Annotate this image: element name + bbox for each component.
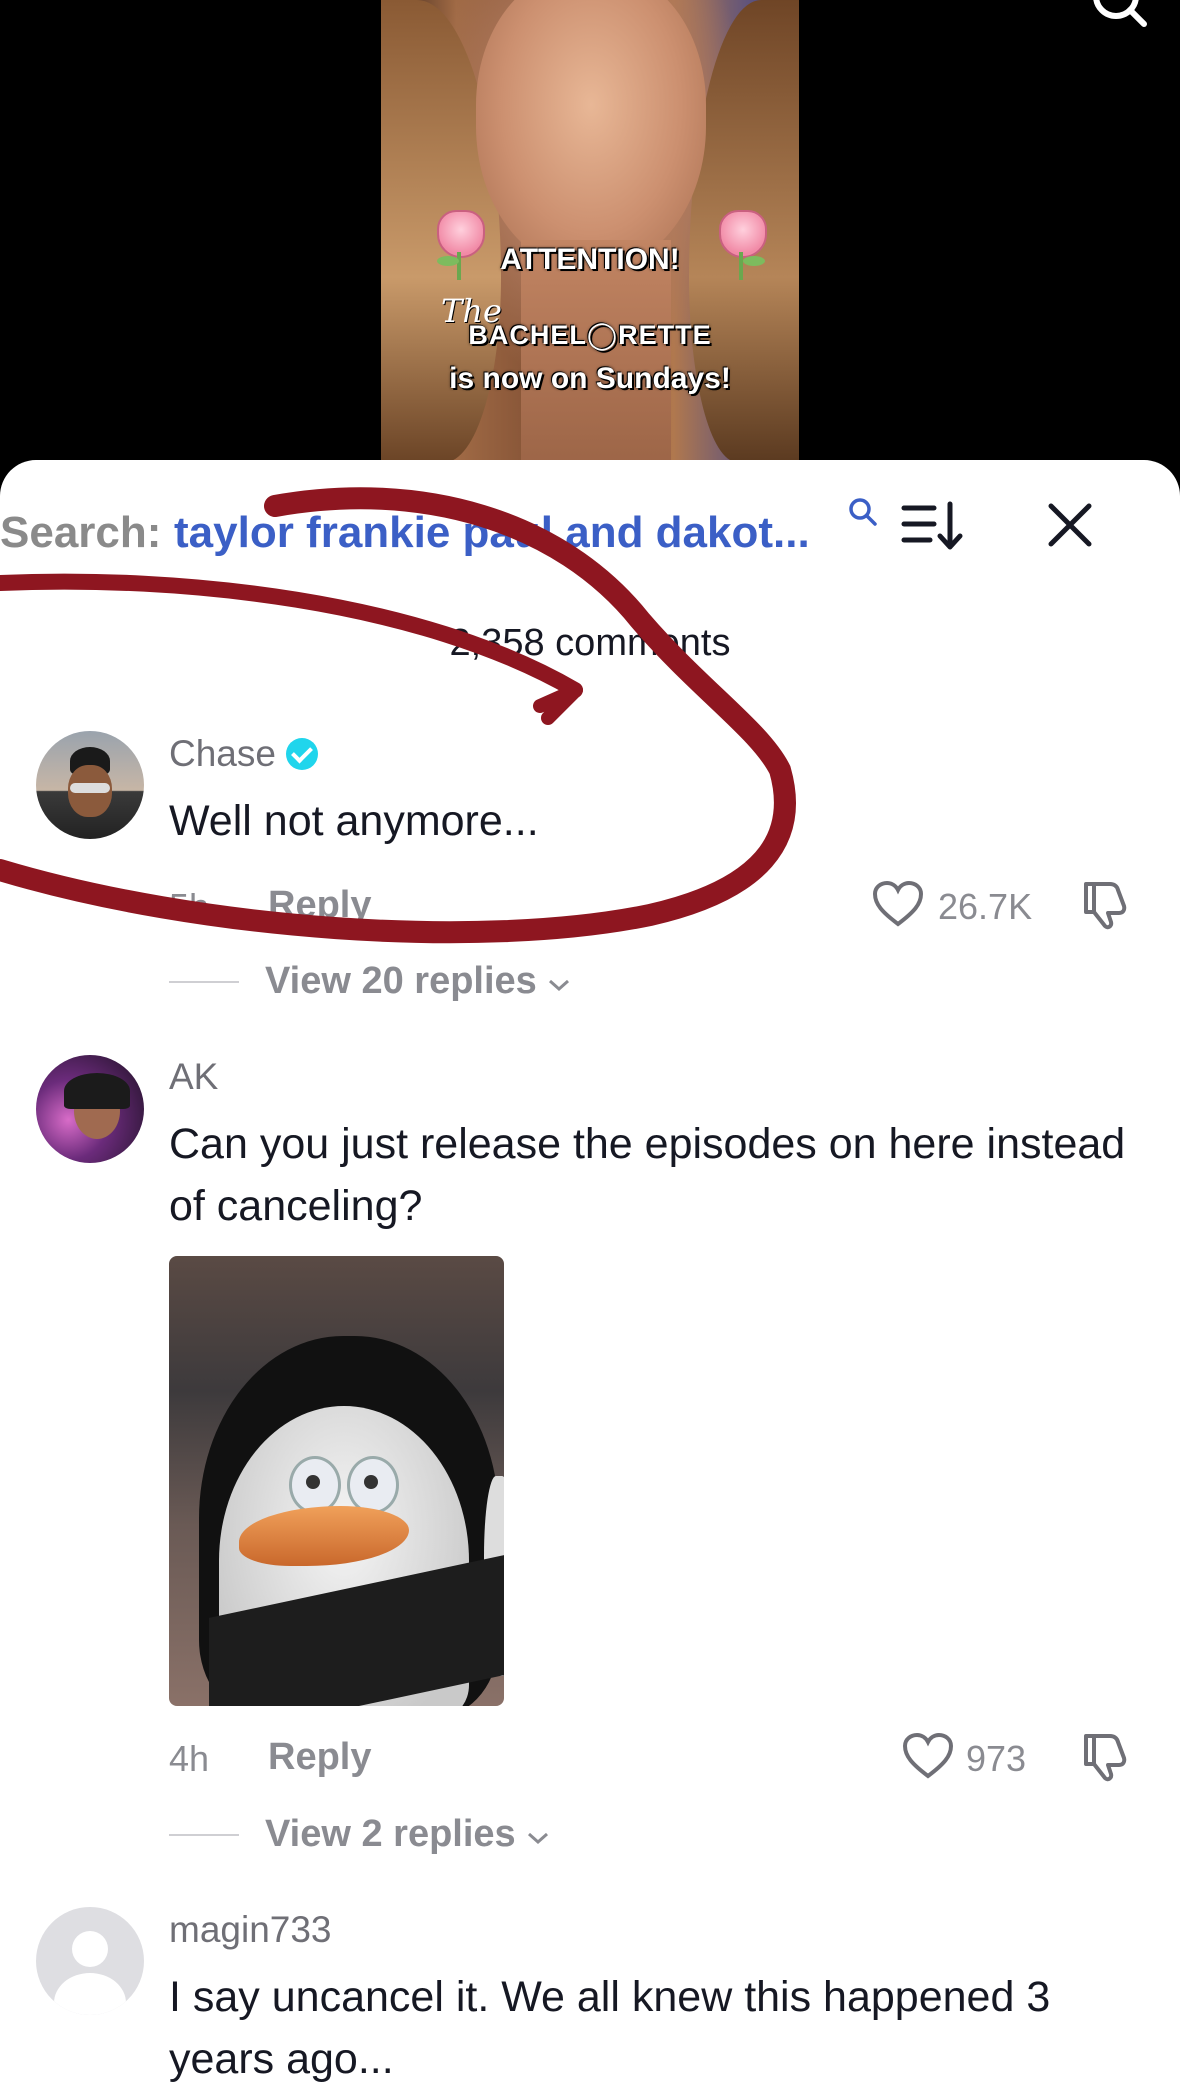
- comment-time: 4h: [169, 1738, 210, 1779]
- avatar[interactable]: [36, 1055, 144, 1163]
- comment-text: Can you just release the episodes on her…: [169, 1120, 1126, 1230]
- video-player[interactable]: ATTENTION! The BACHEL◯RETTE is now on Su…: [0, 0, 1180, 470]
- verified-badge-icon: [285, 738, 318, 770]
- search-icon[interactable]: [1092, 0, 1148, 28]
- heart-icon[interactable]: [902, 1732, 954, 1780]
- like-count: 26.7K: [938, 886, 1033, 927]
- comment-username[interactable]: Chase: [169, 733, 318, 775]
- dislike-icon[interactable]: [1080, 878, 1132, 930]
- reply-button[interactable]: Reply: [268, 1736, 371, 1779]
- comment-text: I say uncancel it. We all knew this happ…: [169, 1973, 1051, 2083]
- video-thumbnail: ATTENTION! The BACHEL◯RETTE is now on Su…: [381, 0, 799, 462]
- video-caption-attention: ATTENTION!: [500, 243, 680, 276]
- avatar[interactable]: [36, 731, 144, 839]
- chevron-down-icon: [528, 1832, 549, 1845]
- comment-image-sticker[interactable]: [169, 1256, 504, 1706]
- comment-username[interactable]: magin733: [169, 1909, 332, 1951]
- comment-count: 2,358 comments: [449, 622, 731, 664]
- comment-username[interactable]: AK: [169, 1056, 218, 1098]
- dislike-icon[interactable]: [1080, 1730, 1132, 1782]
- chevron-down-icon: [549, 979, 570, 992]
- search-query-link[interactable]: taylor frankie paul and dakot...: [174, 508, 810, 558]
- avatar[interactable]: [36, 1907, 144, 2015]
- search-icon[interactable]: [848, 497, 878, 527]
- reply-button[interactable]: Reply: [268, 884, 371, 927]
- video-caption-title: BACHEL◯RETTE: [468, 320, 712, 350]
- sort-icon[interactable]: [900, 498, 966, 554]
- like-count: 973: [966, 1738, 1027, 1779]
- view-replies-button[interactable]: View 20 replies: [265, 960, 571, 1003]
- close-icon[interactable]: [1045, 500, 1095, 550]
- heart-icon[interactable]: [872, 880, 924, 928]
- video-caption-subtitle: is now on Sundays!: [449, 362, 731, 395]
- search-label: Search:: [0, 508, 162, 557]
- comment-time: 5h: [169, 886, 210, 927]
- view-replies-button[interactable]: View 2 replies: [265, 1813, 550, 1856]
- comment-text: Well not anymore...: [169, 797, 539, 845]
